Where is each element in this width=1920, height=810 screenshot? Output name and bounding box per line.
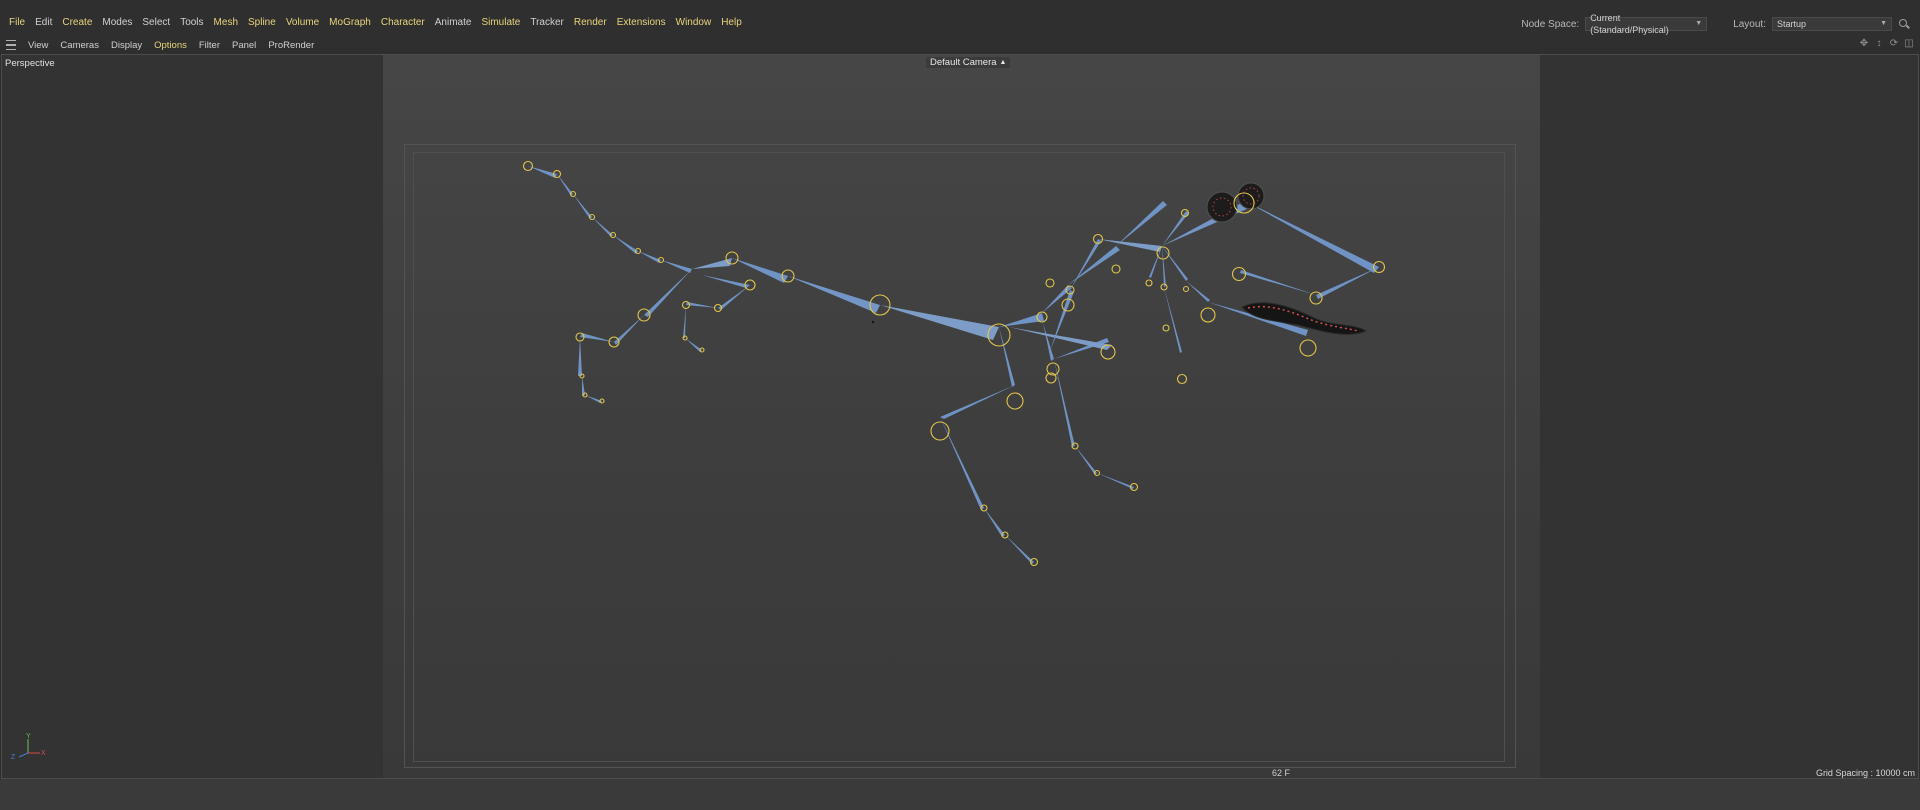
menu-mesh[interactable]: Mesh (209, 17, 243, 28)
hamburger-menu-icon[interactable] (6, 40, 16, 50)
viewport-menu-panel[interactable]: Panel (226, 40, 262, 51)
joints-layer[interactable] (522, 160, 1386, 567)
axis-x-label: X (41, 750, 46, 757)
axis-gizmo: Y X Z (11, 733, 46, 761)
menu-select[interactable]: Select (137, 17, 175, 28)
menu-render[interactable]: Render (569, 17, 612, 28)
menu-spline[interactable]: Spline (243, 17, 281, 28)
menu-create[interactable]: Create (57, 17, 97, 28)
pivot-marker (871, 320, 875, 324)
layout-dropdown[interactable]: Startup ▼ (1772, 17, 1892, 31)
node-space-dropdown[interactable]: Current (Standard/Physical) ▼ (1585, 13, 1708, 35)
search-icon[interactable] (1898, 18, 1910, 30)
current-frame: 62 F (1272, 768, 1291, 778)
rotate-icon[interactable]: ⟳ (1889, 39, 1899, 49)
menu-volume[interactable]: Volume (281, 17, 324, 28)
viewport-menu-filter[interactable]: Filter (193, 40, 226, 51)
menu-animate[interactable]: Animate (430, 17, 477, 28)
menu-tools[interactable]: Tools (175, 17, 208, 28)
chevron-down-icon: ▼ (1880, 20, 1887, 27)
viewport-menu-view[interactable]: View (22, 40, 54, 51)
status-bar (0, 779, 1920, 810)
layout-value: Startup (1777, 19, 1807, 29)
node-space-label: Node Space: (1521, 18, 1580, 30)
menu-mograph[interactable]: MoGraph (324, 17, 376, 28)
node-space-value: Current (Standard/Physical) (1590, 13, 1669, 35)
menu-help[interactable]: Help (716, 17, 747, 28)
main-menu: File Edit Create Modes Select Tools Mesh Spline… (4, 17, 747, 28)
menu-file[interactable]: File (4, 17, 30, 28)
bones-layer (528, 166, 1379, 564)
menu-character[interactable]: Character (376, 17, 430, 28)
menu-simulate[interactable]: Simulate (476, 17, 525, 28)
menu-edit[interactable]: Edit (30, 17, 57, 28)
3d-viewport[interactable]: Perspective Default Camera ▲ Y X Z 62 F … (1, 54, 1919, 779)
viewport-menu: View Cameras Display Options Filter Panel ProR… (22, 40, 320, 51)
axis-z-label: Z (11, 754, 16, 761)
viewport-menu-options[interactable]: Options (148, 40, 193, 51)
grid-spacing: Grid Spacing : 10000 cm (1815, 768, 1915, 778)
menu-modes[interactable]: Modes (97, 17, 137, 28)
viewport-menubar: View Cameras Display Options Filter Panel ProR… (0, 37, 1920, 53)
menu-window[interactable]: Window (671, 17, 717, 28)
viewport-nav-icons: ✥ ↕ ⟳ ◫ (1859, 39, 1914, 49)
move-icon[interactable]: ✥ (1859, 39, 1869, 49)
viewport-menu-display[interactable]: Display (105, 40, 148, 51)
menu-extensions[interactable]: Extensions (612, 17, 671, 28)
chevron-down-icon: ▼ (1695, 20, 1703, 27)
zoom-icon[interactable]: ↕ (1874, 39, 1884, 49)
eye-spheres (1206, 182, 1265, 223)
axis-y-label: Y (26, 733, 31, 740)
layout-label: Layout: (1733, 18, 1766, 30)
viewport-menu-cameras[interactable]: Cameras (54, 40, 105, 51)
layout-icon[interactable]: ◫ (1904, 39, 1914, 49)
header-controls: Node Space: Current (Standard/Physical) … (1521, 13, 1910, 35)
menu-tracker[interactable]: Tracker (525, 17, 569, 28)
viewport-menu-prorender[interactable]: ProRender (262, 40, 320, 51)
skeleton-rig[interactable] (2, 55, 1919, 779)
